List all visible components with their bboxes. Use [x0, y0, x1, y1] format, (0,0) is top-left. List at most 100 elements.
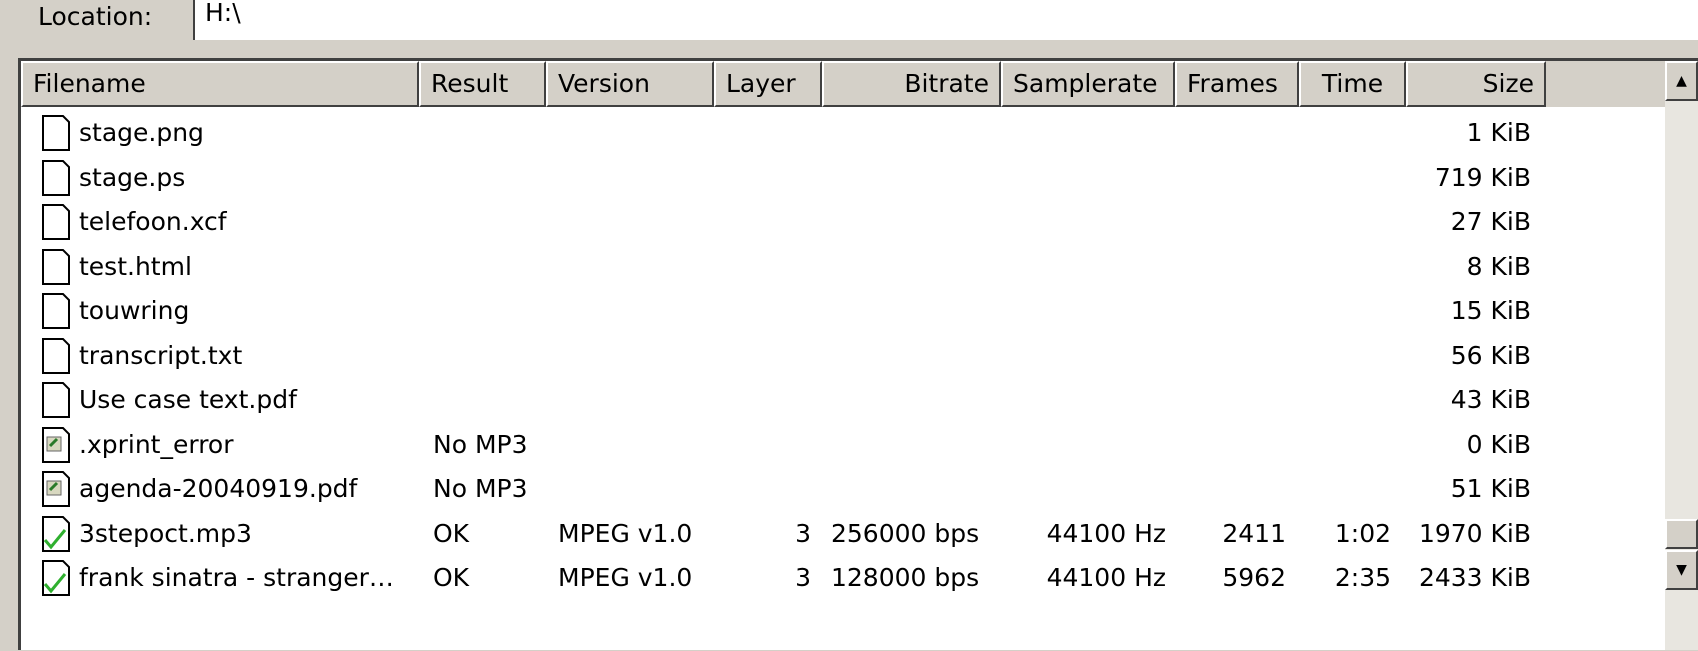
- cell-version: [558, 376, 708, 424]
- cell-result: [433, 332, 543, 380]
- cell-bitrate: [831, 332, 991, 380]
- cell-version: [558, 287, 708, 335]
- table-row[interactable]: .xprint_error No MP3 0 KiB: [21, 421, 1678, 469]
- file-list: Filename Result Version Layer Bitrate Sa…: [18, 58, 1698, 650]
- cell-bitrate: [831, 198, 991, 246]
- cell-samplerate: [1011, 465, 1166, 513]
- table-row[interactable]: stage.ps 719 KiB: [21, 154, 1678, 202]
- column-header-result[interactable]: Result: [419, 61, 546, 107]
- cell-frames: [1181, 332, 1286, 380]
- vertical-scrollbar[interactable]: ▲ ▼: [1665, 61, 1698, 650]
- cell-size: 56 KiB: [1450, 340, 1531, 370]
- column-header-frames[interactable]: Frames: [1175, 61, 1299, 107]
- column-header-time[interactable]: Time: [1299, 61, 1406, 107]
- cell-filename: touwring: [79, 296, 190, 325]
- cell-layer: [721, 376, 811, 424]
- cell-result: No MP3: [433, 474, 528, 503]
- cell-time: [1306, 421, 1391, 469]
- cell-time: 1:02: [1334, 518, 1391, 548]
- cell-time: [1306, 109, 1391, 157]
- cell-bitrate: [831, 465, 991, 513]
- scroll-thumb[interactable]: [1665, 519, 1698, 549]
- cell-bitrate: [831, 154, 991, 202]
- column-header-bitrate[interactable]: Bitrate: [822, 61, 1001, 107]
- cell-layer: [721, 198, 811, 246]
- column-header-layer[interactable]: Layer: [714, 61, 822, 107]
- blank-file-icon: [41, 382, 71, 418]
- cell-size: 2433 KiB: [1418, 563, 1531, 592]
- cell-filename: .xprint_error: [79, 429, 234, 459]
- cell-filename: 3stepoct.mp3: [79, 518, 252, 548]
- cell-time: [1306, 465, 1391, 513]
- cell-result: [433, 154, 543, 202]
- cell-size: 15 KiB: [1450, 296, 1531, 325]
- table-row[interactable]: touwring 15 KiB: [21, 287, 1678, 335]
- cell-filename: stage.png: [79, 118, 204, 147]
- ok-file-icon: [41, 515, 71, 552]
- cell-result: [433, 287, 543, 335]
- cell-size: 51 KiB: [1450, 474, 1531, 503]
- blank-file-icon: [41, 204, 71, 240]
- table-row[interactable]: stage.png 1 KiB: [21, 109, 1678, 157]
- cell-version: [558, 332, 708, 380]
- table-row[interactable]: transcript.txt 56 KiB: [21, 332, 1678, 380]
- blank-file-icon: [41, 159, 71, 196]
- cell-version: MPEG v1.0: [558, 518, 693, 548]
- cell-frames: [1181, 376, 1286, 424]
- cell-layer: [721, 465, 811, 513]
- column-header-version[interactable]: Version: [546, 61, 714, 107]
- cell-time: [1306, 376, 1391, 424]
- cell-time: [1306, 287, 1391, 335]
- cell-version: [558, 465, 708, 513]
- cell-result: No MP3: [433, 429, 528, 459]
- cell-frames: [1181, 109, 1286, 157]
- cell-frames: [1181, 465, 1286, 513]
- blank-file-icon: [41, 115, 71, 151]
- cell-result: [433, 109, 543, 157]
- cell-samplerate: [1011, 109, 1166, 157]
- cell-version: [558, 243, 708, 291]
- cell-time: 2:35: [1334, 563, 1391, 592]
- cell-bitrate: [831, 109, 991, 157]
- column-header-size[interactable]: Size: [1406, 61, 1546, 107]
- cell-result: [433, 376, 543, 424]
- cell-size: 1 KiB: [1466, 118, 1531, 147]
- cell-frames: 2411: [1222, 518, 1286, 548]
- cell-result: OK: [433, 563, 470, 592]
- location-input[interactable]: H:\: [193, 0, 1698, 40]
- cell-samplerate: [1011, 332, 1166, 380]
- cell-time: [1306, 198, 1391, 246]
- location-label: Location:: [38, 2, 153, 31]
- error-file-icon: [41, 471, 71, 507]
- cell-samplerate: 44100 Hz: [1046, 518, 1166, 548]
- column-header-filename[interactable]: Filename: [21, 61, 419, 107]
- cell-frames: [1181, 243, 1286, 291]
- location-bar: Location: H:\: [18, 0, 1698, 44]
- table-row[interactable]: frank sinatra - stranger… OK MPEG v1.0 3 128…: [21, 554, 1678, 602]
- cell-bitrate: 128000 bps: [831, 563, 980, 592]
- scroll-down-button[interactable]: ▼: [1665, 550, 1698, 590]
- cell-version: [558, 109, 708, 157]
- table-row[interactable]: test.html 8 KiB: [21, 243, 1678, 291]
- column-header-samplerate[interactable]: Samplerate: [1001, 61, 1175, 107]
- cell-version: MPEG v1.0: [558, 563, 693, 592]
- table-row[interactable]: telefoon.xcf 27 KiB: [21, 198, 1678, 246]
- table-row[interactable]: 3stepoct.mp3 OK MPEG v1.0 3 256000 bps 44100 …: [21, 510, 1678, 558]
- cell-samplerate: [1011, 287, 1166, 335]
- error-file-icon: [41, 426, 71, 463]
- cell-filename: test.html: [79, 251, 192, 281]
- cell-bitrate: [831, 243, 991, 291]
- table-row[interactable]: Use case text.pdf 43 KiB: [21, 376, 1678, 424]
- table-row[interactable]: agenda-20040919.pdf No MP3 51 KiB: [21, 465, 1678, 513]
- cell-size: 27 KiB: [1450, 207, 1531, 236]
- cell-bitrate: [831, 421, 991, 469]
- cell-layer: [721, 109, 811, 157]
- cell-size: 0 KiB: [1466, 429, 1531, 459]
- cell-time: [1306, 332, 1391, 380]
- cell-layer: [721, 243, 811, 291]
- cell-frames: [1181, 154, 1286, 202]
- cell-layer: [721, 287, 811, 335]
- cell-samplerate: [1011, 154, 1166, 202]
- cell-layer: [721, 332, 811, 380]
- scroll-up-button[interactable]: ▲: [1665, 61, 1698, 101]
